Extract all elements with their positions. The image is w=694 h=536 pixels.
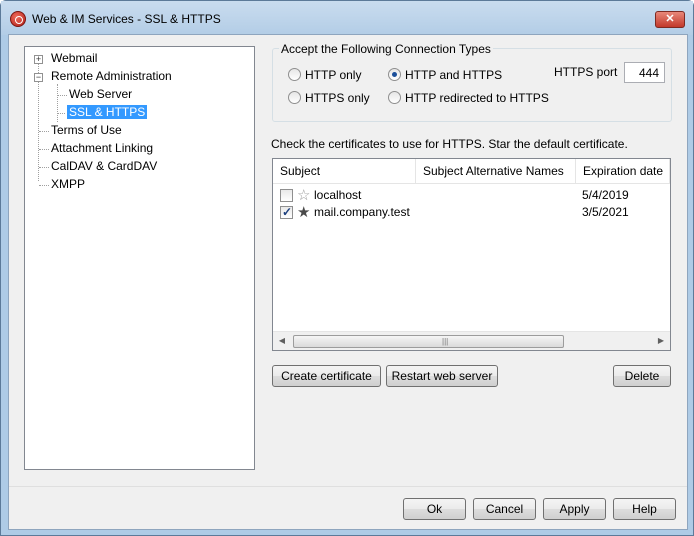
certificate-list[interactable]: Subject Subject Alternative Names Expira… [272,158,671,351]
footer-divider [9,486,687,487]
scroll-left-icon[interactable]: ◀ [273,332,291,350]
tree-item-label: XMPP [51,177,86,191]
cancel-button[interactable]: Cancel [473,498,536,520]
tree-item-label: Terms of Use [51,123,122,137]
column-header-alt-names[interactable]: Subject Alternative Names [416,159,576,184]
radio-button[interactable] [288,91,301,104]
app-icon [10,11,26,27]
radio-label: HTTP redirected to HTTPS [405,91,549,105]
radio-button[interactable] [288,68,301,81]
column-header-expiration[interactable]: Expiration date [576,159,670,184]
https-port-input[interactable]: 444 [624,62,665,83]
radio-http-only[interactable]: HTTP only [288,67,361,83]
expand-icon[interactable]: + [34,55,43,64]
ok-button[interactable]: Ok [403,498,466,520]
tree-item-xmpp[interactable]: XMPP [49,176,87,193]
connection-types-title: Accept the Following Connection Types [279,42,493,56]
radio-button[interactable] [388,68,401,81]
radio-label: HTTP and HTTPS [405,68,503,82]
certificate-expiration: 3/5/2021 [582,205,629,219]
dialog-window: Web & IM Services - SSL & HTTPS ✕ + Webm… [0,0,694,536]
column-header-subject[interactable]: Subject [273,159,416,184]
restart-web-server-button[interactable]: Restart web server [386,365,498,387]
tree-item-attachment-linking[interactable]: Attachment Linking [49,140,155,157]
close-button[interactable]: ✕ [655,11,685,28]
tree-item-label: SSL & HTTPS [65,104,149,120]
certificate-expiration: 5/4/2019 [582,188,629,202]
certificate-subject: localhost [314,188,362,202]
radio-http-redirected[interactable]: HTTP redirected to HTTPS [388,90,549,106]
navigation-tree[interactable]: + Webmail − Remote Administration Web Se… [24,46,255,470]
tree-connector [57,113,67,114]
tree-item-webmail[interactable]: Webmail [49,50,99,67]
tree-connector [39,185,49,186]
radio-http-and-https[interactable]: HTTP and HTTPS [388,67,502,83]
help-button[interactable]: Help [613,498,676,520]
horizontal-scrollbar[interactable]: ◀ ||| ▶ [273,331,670,350]
radio-https-only[interactable]: HTTPS only [288,90,370,106]
tree-item-label: Attachment Linking [51,141,154,155]
title-bar[interactable]: Web & IM Services - SSL & HTTPS ✕ [1,1,693,35]
dialog-body: + Webmail − Remote Administration Web Se… [8,34,688,530]
connection-types-group [272,48,672,122]
tree-item-label: Webmail [51,51,98,65]
radio-label: HTTP only [305,68,362,82]
tree-item-label: Web Server [69,87,133,101]
tree-connector [39,149,49,150]
list-header: Subject Subject Alternative Names Expira… [273,159,670,184]
tree-connector [57,95,67,96]
certificate-instruction: Check the certificates to use for HTTPS.… [271,137,628,151]
certificate-row[interactable]: ☆ localhost 5/4/2019 [273,187,670,204]
radio-button[interactable] [388,91,401,104]
certificate-checkbox[interactable] [280,189,293,202]
collapse-icon[interactable]: − [34,73,43,82]
tree-item-remote-administration[interactable]: Remote Administration [49,68,174,85]
create-certificate-button[interactable]: Create certificate [272,365,381,387]
tree-item-ssl-https[interactable]: SSL & HTTPS [65,104,149,121]
tree-item-label: CalDAV & CardDAV [51,159,158,173]
radio-label: HTTPS only [305,91,370,105]
tree-item-web-server[interactable]: Web Server [67,86,134,103]
tree-item-caldav-carddav[interactable]: CalDAV & CardDAV [49,158,159,175]
https-port-label: HTTPS port [554,65,618,79]
tree-connector [39,131,49,132]
apply-button[interactable]: Apply [543,498,606,520]
certificate-checkbox[interactable] [280,204,293,221]
scroll-right-icon[interactable]: ▶ [652,332,670,350]
tree-item-terms-of-use[interactable]: Terms of Use [49,122,124,139]
certificate-row[interactable]: ★ mail.company.test 3/5/2021 [273,204,670,221]
scroll-thumb[interactable]: ||| [293,335,564,348]
window-title: Web & IM Services - SSL & HTTPS [32,12,221,26]
tree-item-label: Remote Administration [51,69,172,83]
star-filled-icon[interactable]: ★ [297,204,310,221]
tree-connector [57,84,58,122]
grip-icon: ||| [442,337,449,346]
certificate-subject: mail.company.test [314,205,410,219]
star-outline-icon[interactable]: ☆ [297,187,310,204]
delete-button[interactable]: Delete [613,365,671,387]
tree-connector [39,167,49,168]
